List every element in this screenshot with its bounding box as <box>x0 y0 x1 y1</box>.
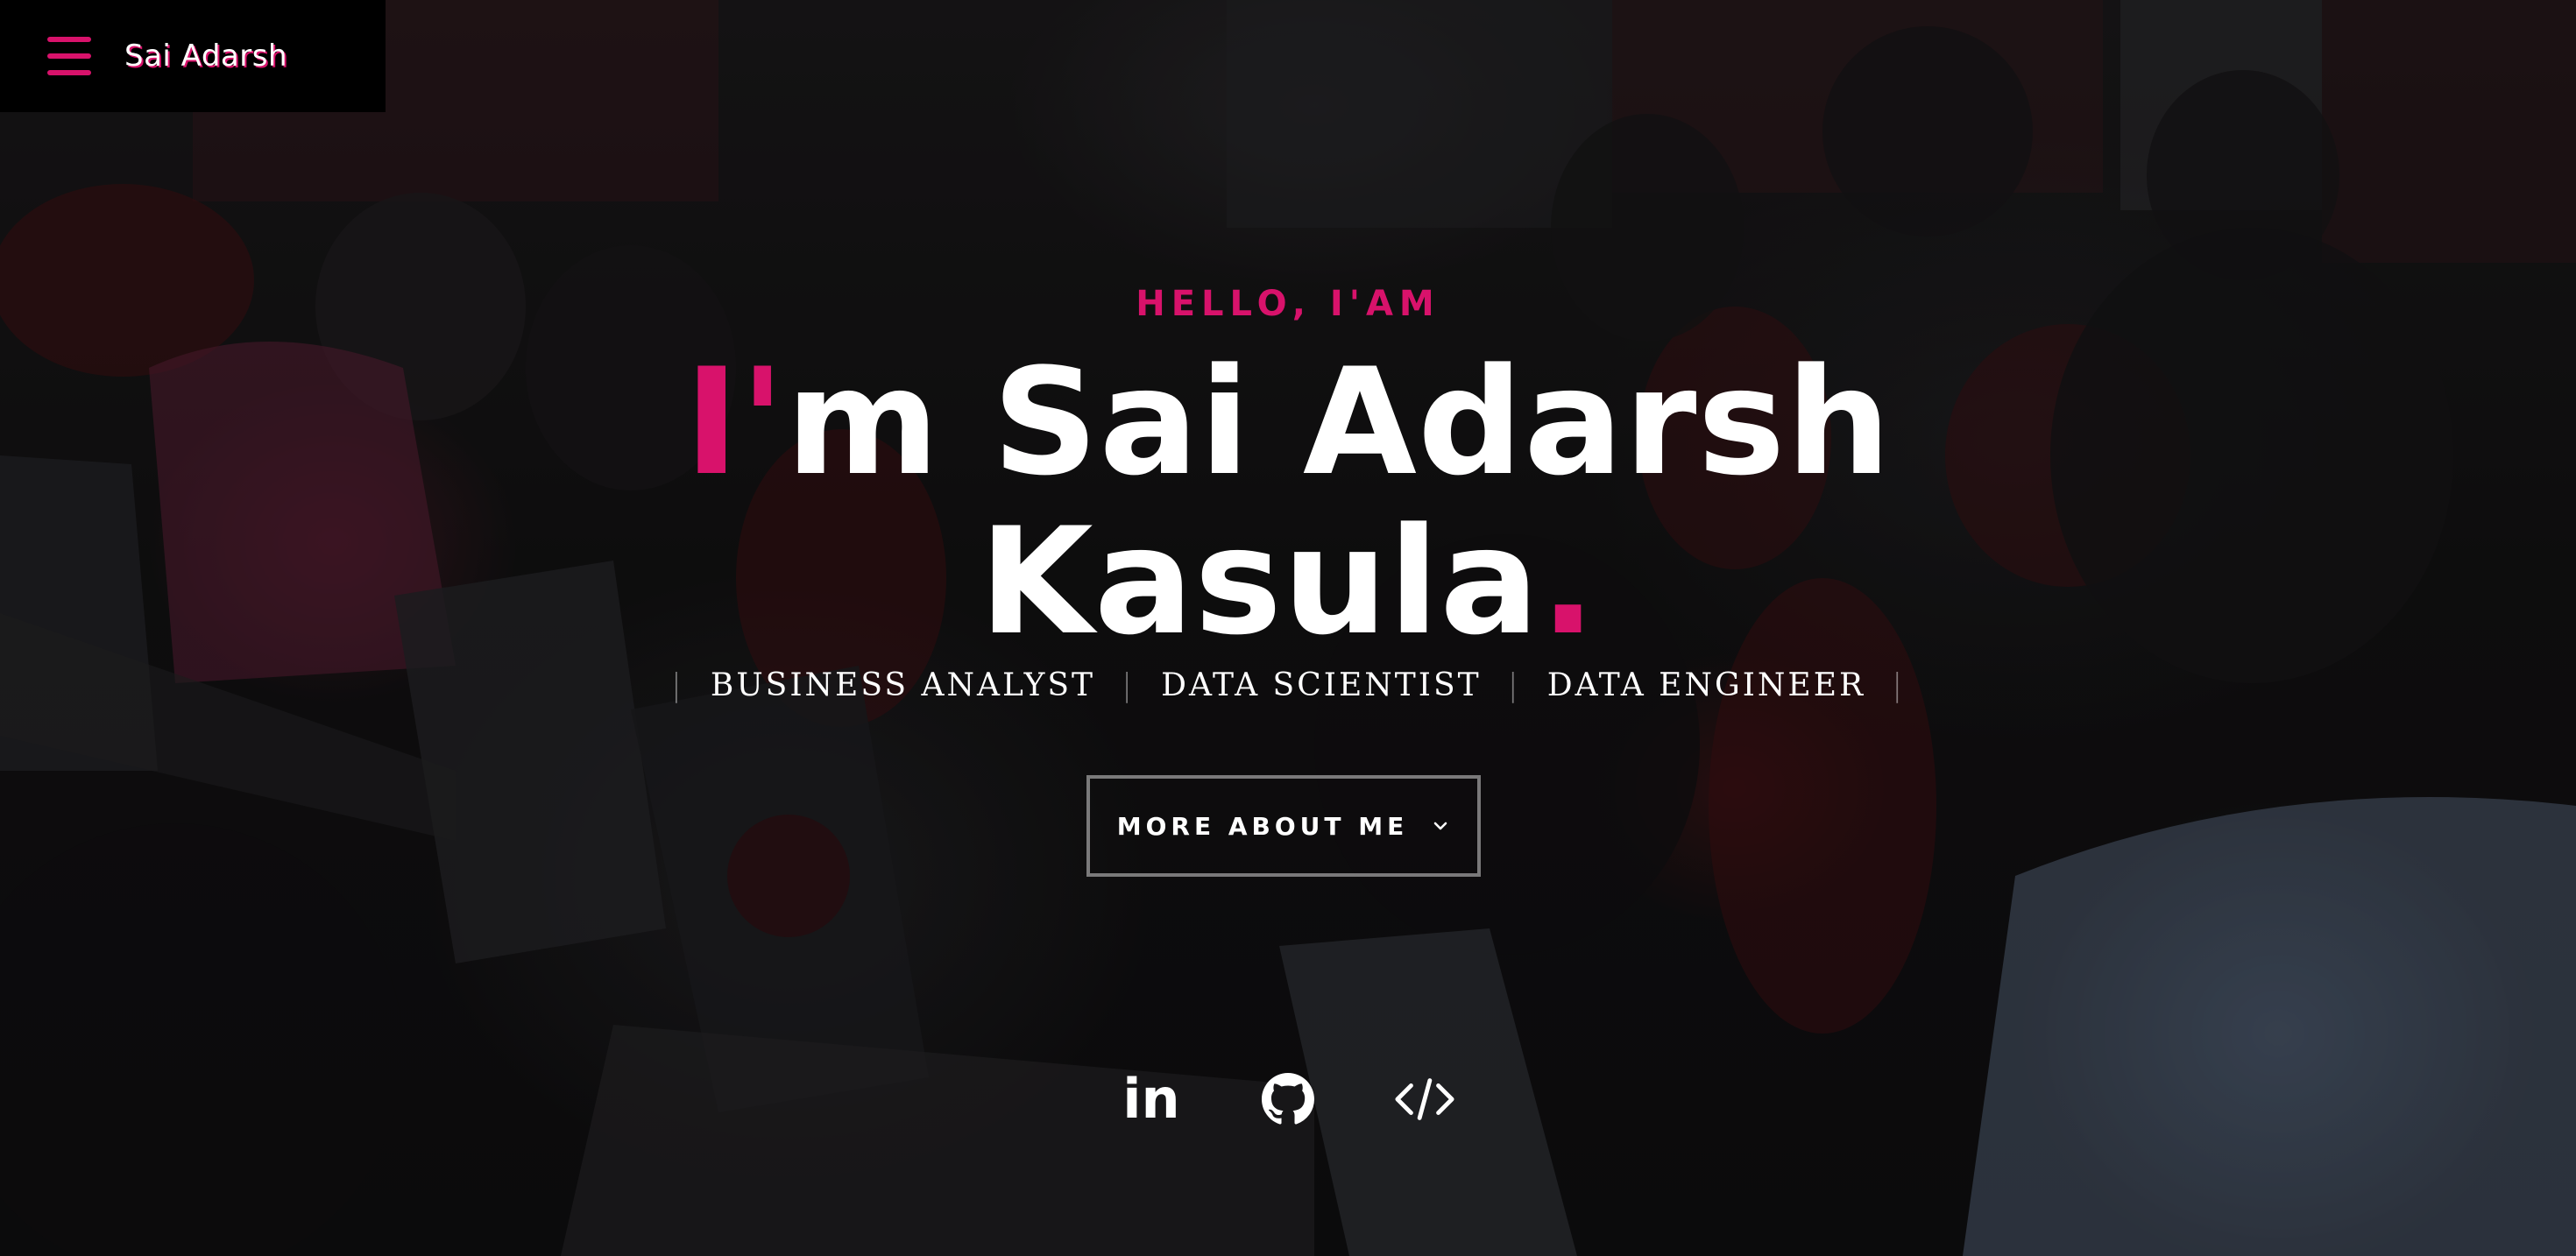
menu-line <box>47 70 91 75</box>
name-accent-apostrophe: I' <box>683 336 786 508</box>
menu-line <box>47 37 91 42</box>
role-business-analyst: BUSINESS ANALYST <box>710 667 1096 703</box>
role-separator: | <box>1122 667 1136 703</box>
role-data-scientist: DATA SCIENTIST <box>1161 667 1482 703</box>
name-line-1: I'm Sai Adarsh <box>0 349 2576 496</box>
header-bar: Sai Adarsh <box>0 0 386 112</box>
github-glyph <box>1262 1073 1314 1125</box>
code-icon[interactable] <box>1394 1069 1455 1130</box>
role-data-engineer: DATA ENGINEER <box>1546 667 1866 703</box>
github-icon[interactable] <box>1257 1069 1319 1130</box>
name-line-2-text: Kasula <box>979 496 1540 667</box>
brand-name[interactable]: Sai Adarsh <box>124 39 287 74</box>
code-glyph <box>1395 1078 1454 1120</box>
more-about-me-label: MORE ABOUT ME <box>1116 811 1409 841</box>
name-line-1-text: m Sai Adarsh <box>785 336 1893 508</box>
name-accent-period: . <box>1539 496 1597 667</box>
linkedin-glyph: in <box>1122 1067 1180 1131</box>
role-separator: | <box>1892 667 1906 703</box>
chevron-down-icon <box>1433 822 1447 830</box>
hamburger-menu-icon[interactable] <box>47 37 91 75</box>
linkedin-icon[interactable]: in <box>1121 1069 1182 1130</box>
roles-list: | BUSINESS ANALYST | DATA SCIENTIST | DA… <box>0 667 2576 703</box>
name-line-2: Kasula. <box>0 508 2576 655</box>
more-about-me-button[interactable]: MORE ABOUT ME <box>1086 775 1481 877</box>
social-links: in <box>0 1069 2576 1130</box>
role-separator: | <box>670 667 684 703</box>
hero-section: Sai Adarsh HELLO, I'AM I'm Sai Adarsh Ka… <box>0 0 2576 1256</box>
greeting-text: HELLO, I'AM <box>1136 284 1440 324</box>
role-separator: | <box>1507 667 1521 703</box>
menu-line <box>47 53 91 59</box>
